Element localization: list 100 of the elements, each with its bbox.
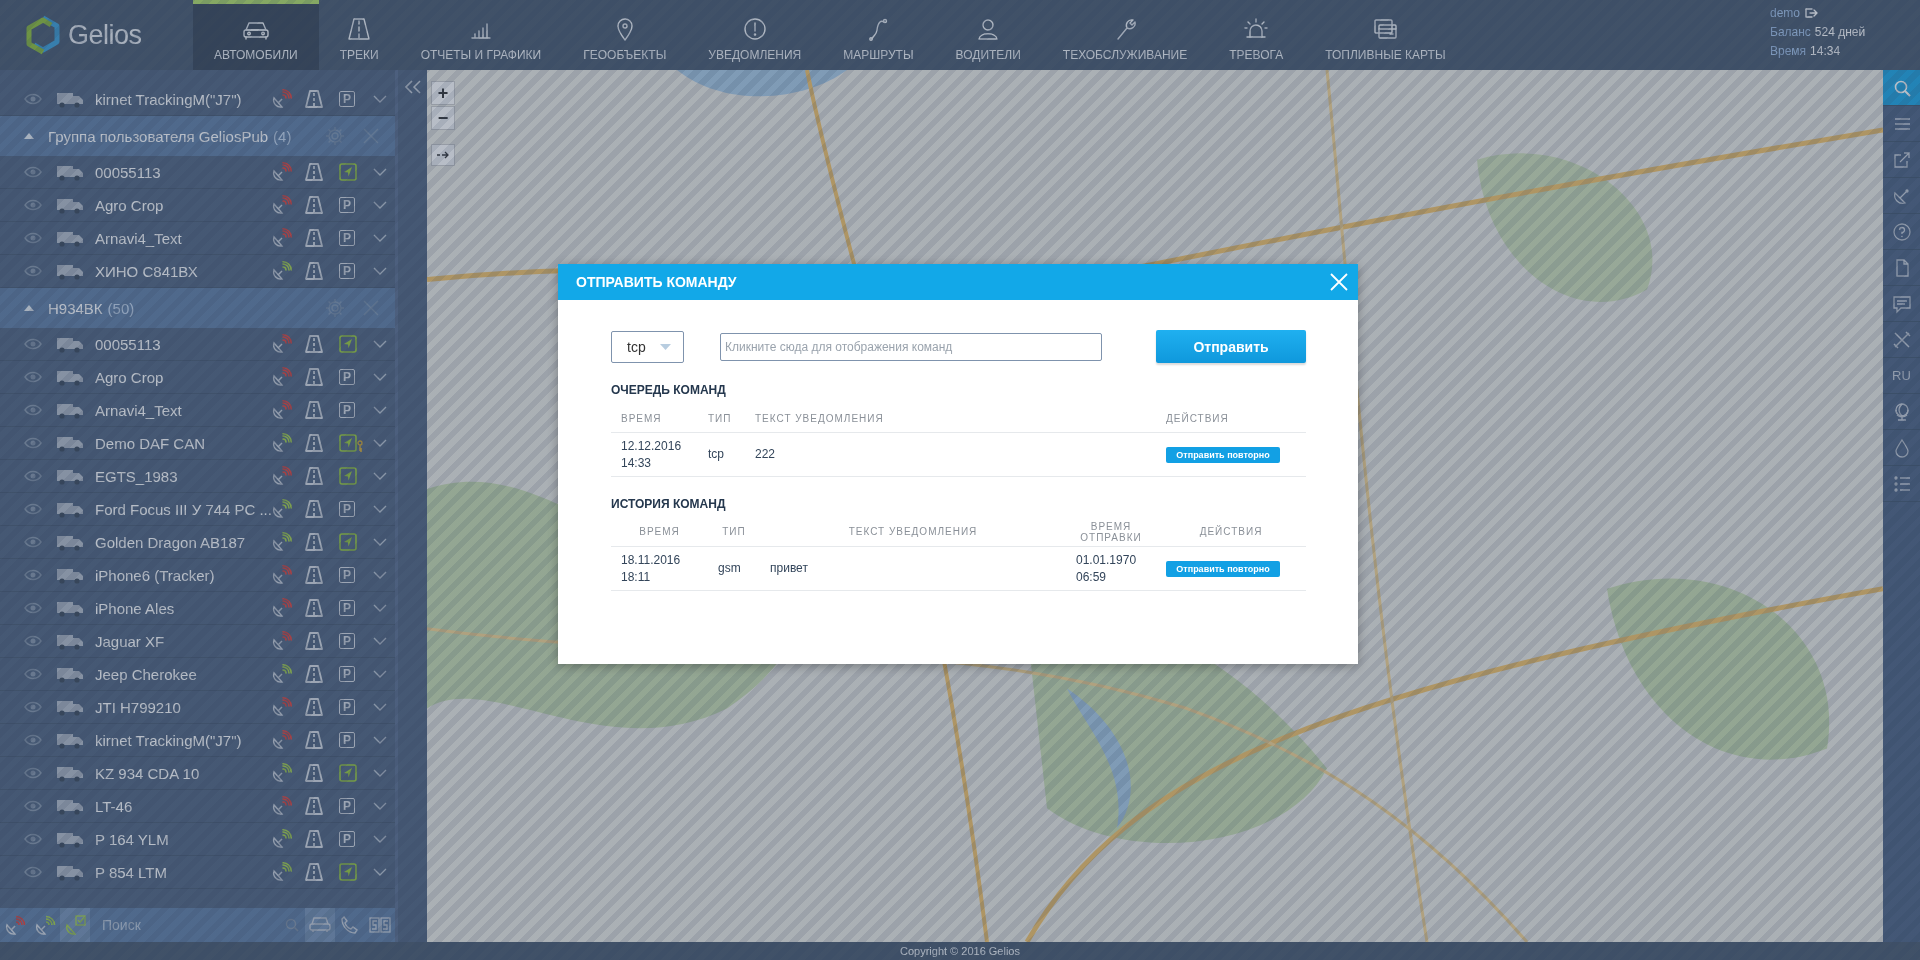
chevron-icon[interactable] bbox=[373, 703, 387, 711]
vehicle-name[interactable]: Agro Crop bbox=[95, 196, 271, 214]
vehicle-name[interactable]: iPhone Ales bbox=[95, 599, 271, 617]
chevron-icon[interactable] bbox=[373, 340, 387, 348]
chevron-icon[interactable] bbox=[373, 637, 387, 645]
vehicle-name[interactable]: 00055113 bbox=[95, 335, 271, 353]
vehicle-name[interactable]: ХИНО С841ВХ bbox=[95, 262, 271, 280]
road-icon[interactable] bbox=[305, 401, 323, 419]
filter-button[interactable] bbox=[60, 908, 90, 942]
road-icon[interactable] bbox=[305, 632, 323, 650]
eye-icon[interactable] bbox=[24, 569, 42, 581]
eye-icon[interactable] bbox=[24, 833, 42, 845]
channel-select[interactable]: tcp bbox=[611, 330, 684, 363]
road-icon[interactable] bbox=[305, 830, 323, 848]
parking-sign[interactable]: P bbox=[339, 798, 355, 814]
chevron-icon[interactable] bbox=[373, 168, 387, 176]
vehicle-name[interactable]: Arnavi4_Text bbox=[95, 229, 271, 247]
caret-icon[interactable] bbox=[23, 304, 35, 312]
search-field[interactable]: Поиск bbox=[100, 916, 285, 934]
chevron-icon[interactable] bbox=[373, 234, 387, 242]
zoom-in-button[interactable]: + bbox=[431, 81, 455, 105]
eye-icon[interactable] bbox=[24, 371, 42, 383]
route-button[interactable] bbox=[431, 144, 455, 166]
road-icon[interactable] bbox=[305, 533, 323, 551]
road-icon[interactable] bbox=[305, 863, 323, 881]
eye-icon[interactable] bbox=[24, 470, 42, 482]
resend-button[interactable]: Отправить повторно bbox=[1166, 446, 1280, 463]
eye-icon[interactable] bbox=[24, 866, 42, 878]
zoom-out-button[interactable]: − bbox=[431, 106, 455, 130]
parking-sign[interactable]: P bbox=[339, 732, 355, 748]
nav-tab[interactable]: АВТОМОБИЛИ bbox=[193, 0, 319, 70]
parking-sign[interactable]: P bbox=[339, 633, 355, 649]
chevron-icon[interactable] bbox=[373, 505, 387, 513]
vehicle-name[interactable]: Agro Crop bbox=[95, 368, 271, 386]
command-field[interactable]: Кликните сюда для отображения команд bbox=[720, 332, 1102, 361]
close-icon[interactable] bbox=[363, 128, 379, 144]
parking-sign[interactable]: P bbox=[339, 699, 355, 715]
road-icon[interactable] bbox=[305, 163, 323, 181]
send-button[interactable]: Отправить bbox=[1156, 330, 1306, 363]
chevron-icon[interactable] bbox=[373, 604, 387, 612]
group-header[interactable]: Н934ВК (50) bbox=[0, 288, 395, 328]
parking-sign[interactable]: P bbox=[339, 600, 355, 616]
road-icon[interactable] bbox=[305, 764, 323, 782]
eye-icon[interactable] bbox=[24, 536, 42, 548]
user-name[interactable]: demo bbox=[1770, 6, 1801, 20]
road-icon[interactable] bbox=[305, 434, 323, 452]
vehicle-name[interactable]: EGTS_1983 bbox=[95, 467, 271, 485]
chevron-icon[interactable] bbox=[373, 406, 387, 414]
eye-icon[interactable] bbox=[24, 338, 42, 350]
vehicle-name[interactable]: iPhone6 (Tracker) bbox=[95, 566, 271, 584]
road-icon[interactable] bbox=[305, 90, 323, 108]
parking-sign[interactable]: P bbox=[339, 567, 355, 583]
group-header[interactable]: Группа пользователя GeliosPub (4) bbox=[0, 116, 395, 156]
road-icon[interactable] bbox=[305, 467, 323, 485]
chevron-icon[interactable] bbox=[373, 267, 387, 275]
vehicle-name[interactable]: Ford Focus III У 744 РС ... bbox=[95, 500, 271, 518]
road-icon[interactable] bbox=[305, 731, 323, 749]
vehicle-name[interactable]: Demo DAF CAN bbox=[95, 434, 271, 452]
road-icon[interactable] bbox=[305, 262, 323, 280]
chevron-icon[interactable] bbox=[373, 835, 387, 843]
eye-icon[interactable] bbox=[24, 503, 42, 515]
chevron-icon[interactable] bbox=[373, 472, 387, 480]
vehicle-name[interactable]: Jaguar XF bbox=[95, 632, 271, 650]
chevron-icon[interactable] bbox=[373, 201, 387, 209]
search-icon[interactable] bbox=[285, 918, 299, 932]
parking-sign[interactable]: P bbox=[339, 831, 355, 847]
vehicle-name[interactable]: kirnet TrackingM("J7") bbox=[95, 90, 271, 108]
chevron-icon[interactable] bbox=[373, 670, 387, 678]
settings-icon[interactable] bbox=[325, 298, 345, 318]
parking-sign[interactable]: P bbox=[339, 369, 355, 385]
vehicle-name[interactable]: LT-46 bbox=[95, 797, 271, 815]
chevron-icon[interactable] bbox=[373, 769, 387, 777]
eye-icon[interactable] bbox=[24, 93, 42, 105]
road-icon[interactable] bbox=[305, 599, 323, 617]
parking-sign[interactable]: P bbox=[339, 91, 355, 107]
road-icon[interactable] bbox=[305, 196, 323, 214]
toolbar-button[interactable] bbox=[1883, 70, 1920, 106]
vehicle-name[interactable]: JTI H799210 bbox=[95, 698, 271, 716]
vehicle-name[interactable]: Jeep Cherokee bbox=[95, 665, 271, 683]
settings-icon[interactable] bbox=[325, 126, 345, 146]
eye-icon[interactable] bbox=[24, 265, 42, 277]
eye-icon[interactable] bbox=[24, 635, 42, 647]
vehicle-name[interactable]: Arnavi4_Text bbox=[95, 401, 271, 419]
view-button[interactable] bbox=[305, 908, 335, 942]
chevron-icon[interactable] bbox=[373, 439, 387, 447]
close-icon[interactable] bbox=[363, 300, 379, 316]
eye-icon[interactable] bbox=[24, 404, 42, 416]
road-icon[interactable] bbox=[305, 665, 323, 683]
chevron-icon[interactable] bbox=[373, 571, 387, 579]
vehicle-name[interactable]: P 854 LTM bbox=[95, 863, 271, 881]
road-icon[interactable] bbox=[305, 698, 323, 716]
eye-icon[interactable] bbox=[24, 800, 42, 812]
eye-icon[interactable] bbox=[24, 668, 42, 680]
caret-icon[interactable] bbox=[23, 132, 35, 140]
eye-icon[interactable] bbox=[24, 166, 42, 178]
road-icon[interactable] bbox=[305, 335, 323, 353]
vehicle-name[interactable]: Golden Dragon AB187 bbox=[95, 533, 271, 551]
parking-sign[interactable]: P bbox=[339, 197, 355, 213]
eye-icon[interactable] bbox=[24, 701, 42, 713]
vehicle-name[interactable]: kirnet TrackingM("J7") bbox=[95, 731, 271, 749]
